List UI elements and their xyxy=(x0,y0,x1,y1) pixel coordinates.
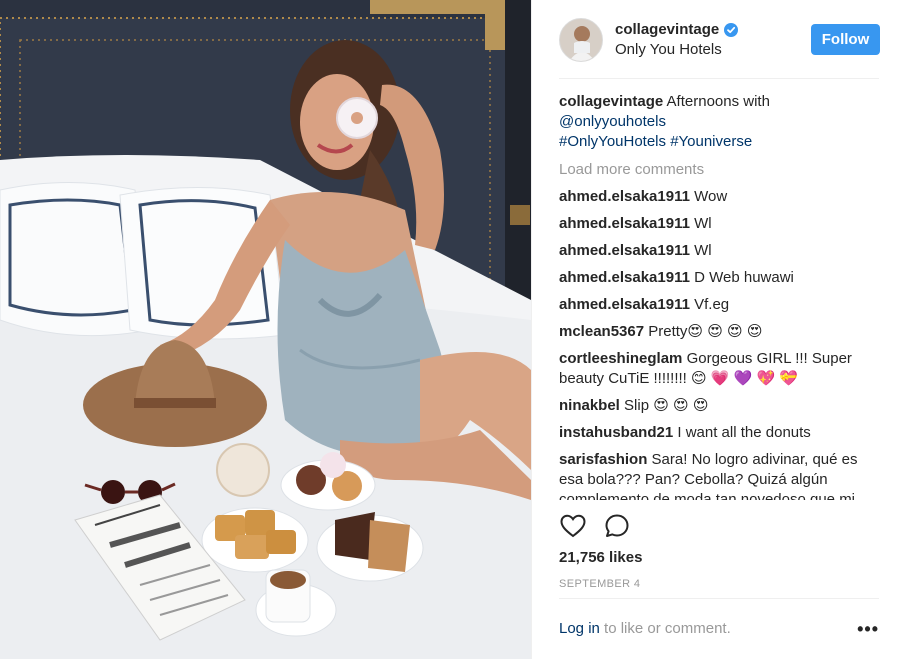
caption-hashtag[interactable]: #OnlyYouHotels xyxy=(559,133,666,150)
load-more-comments[interactable]: Load more comments xyxy=(559,160,879,180)
post-side-panel: collagevintage Only You Hotels Follow co… xyxy=(531,0,900,659)
comment-username[interactable]: sarisfashion xyxy=(559,451,647,468)
comment-item: ahmed.elsaka1911 Wl xyxy=(559,241,879,261)
header-divider xyxy=(559,78,879,79)
login-link[interactable]: Log in xyxy=(559,620,600,637)
comment-item: sarisfashion Sara! No logro adivinar, qu… xyxy=(559,450,879,500)
action-bar xyxy=(559,512,647,540)
post-photo[interactable] xyxy=(0,0,531,659)
comment-text: D Web huwawi xyxy=(694,269,794,286)
comment-text: Vf.eg xyxy=(694,296,730,313)
header-username[interactable]: collagevintage xyxy=(615,21,719,38)
post-photo-illustration xyxy=(0,0,531,659)
comment-text: Wl xyxy=(694,215,712,232)
comment-text: Wl xyxy=(694,242,712,259)
user-row: collagevintage xyxy=(615,21,739,38)
comment-item: cortleeshineglam Gorgeous GIRL !!! Super… xyxy=(559,349,879,389)
footer-divider xyxy=(559,598,879,599)
comments-list[interactable]: collagevintage Afternoons with @onlyyouh… xyxy=(559,92,879,500)
login-prompt-text: to like or comment. xyxy=(599,620,731,637)
comment-username[interactable]: ahmed.elsaka1911 xyxy=(559,242,690,259)
comment-text: I want all the donuts xyxy=(677,424,811,441)
comment-text: Pretty😍 😍 😍 😍 xyxy=(648,323,763,340)
comment-item: ahmed.elsaka1911 D Web huwawi xyxy=(559,268,879,288)
comment-username[interactable]: cortleeshineglam xyxy=(559,350,682,367)
caption: collagevintage Afternoons with @onlyyouh… xyxy=(559,92,879,152)
instagram-post: collagevintage Only You Hotels Follow co… xyxy=(0,0,900,659)
comment-username[interactable]: ahmed.elsaka1911 xyxy=(559,296,690,313)
comment-username[interactable]: ninakbel xyxy=(559,397,620,414)
likes-count[interactable]: 21,756 likes xyxy=(559,549,642,566)
caption-hashtag[interactable]: #Youniverse xyxy=(670,133,752,150)
login-row: Log in to like or comment. ••• xyxy=(559,620,879,638)
comment-item: ahmed.elsaka1911 Wow xyxy=(559,187,879,207)
verified-badge-icon xyxy=(724,22,739,37)
comment-username[interactable]: ahmed.elsaka1911 xyxy=(559,215,690,232)
comment-username[interactable]: mclean5367 xyxy=(559,323,644,340)
comment-item: mclean5367 Pretty😍 😍 😍 😍 xyxy=(559,322,879,342)
avatar-image xyxy=(560,18,602,61)
comment-username[interactable]: ahmed.elsaka1911 xyxy=(559,188,690,205)
comment-item: instahusband21 I want all the donuts xyxy=(559,423,879,443)
comment-item: ahmed.elsaka1911 Vf.eg xyxy=(559,295,879,315)
comment-bubble-icon[interactable] xyxy=(603,512,631,540)
comment-username[interactable]: ahmed.elsaka1911 xyxy=(559,269,690,286)
comment-username[interactable]: instahusband21 xyxy=(559,424,673,441)
heart-icon[interactable] xyxy=(559,512,587,540)
comment-item: ahmed.elsaka1911 Wl xyxy=(559,214,879,234)
follow-button[interactable]: Follow xyxy=(811,24,880,55)
comment-item: ninakbel Slip 😍 😍 😍 xyxy=(559,396,879,416)
post-header: collagevintage Only You Hotels Follow xyxy=(532,0,900,79)
header-location[interactable]: Only You Hotels xyxy=(615,41,738,58)
more-options-icon[interactable]: ••• xyxy=(857,620,879,638)
comment-text: Wow xyxy=(694,188,728,205)
post-date: SEPTEMBER 4 xyxy=(559,578,641,590)
avatar[interactable] xyxy=(559,17,603,62)
comment-text: Slip 😍 😍 😍 xyxy=(624,397,709,414)
caption-text: Afternoons with xyxy=(666,93,770,110)
user-meta: collagevintage Only You Hotels xyxy=(615,21,739,58)
caption-username[interactable]: collagevintage xyxy=(559,93,663,110)
caption-mention[interactable]: @onlyyouhotels xyxy=(559,113,666,130)
